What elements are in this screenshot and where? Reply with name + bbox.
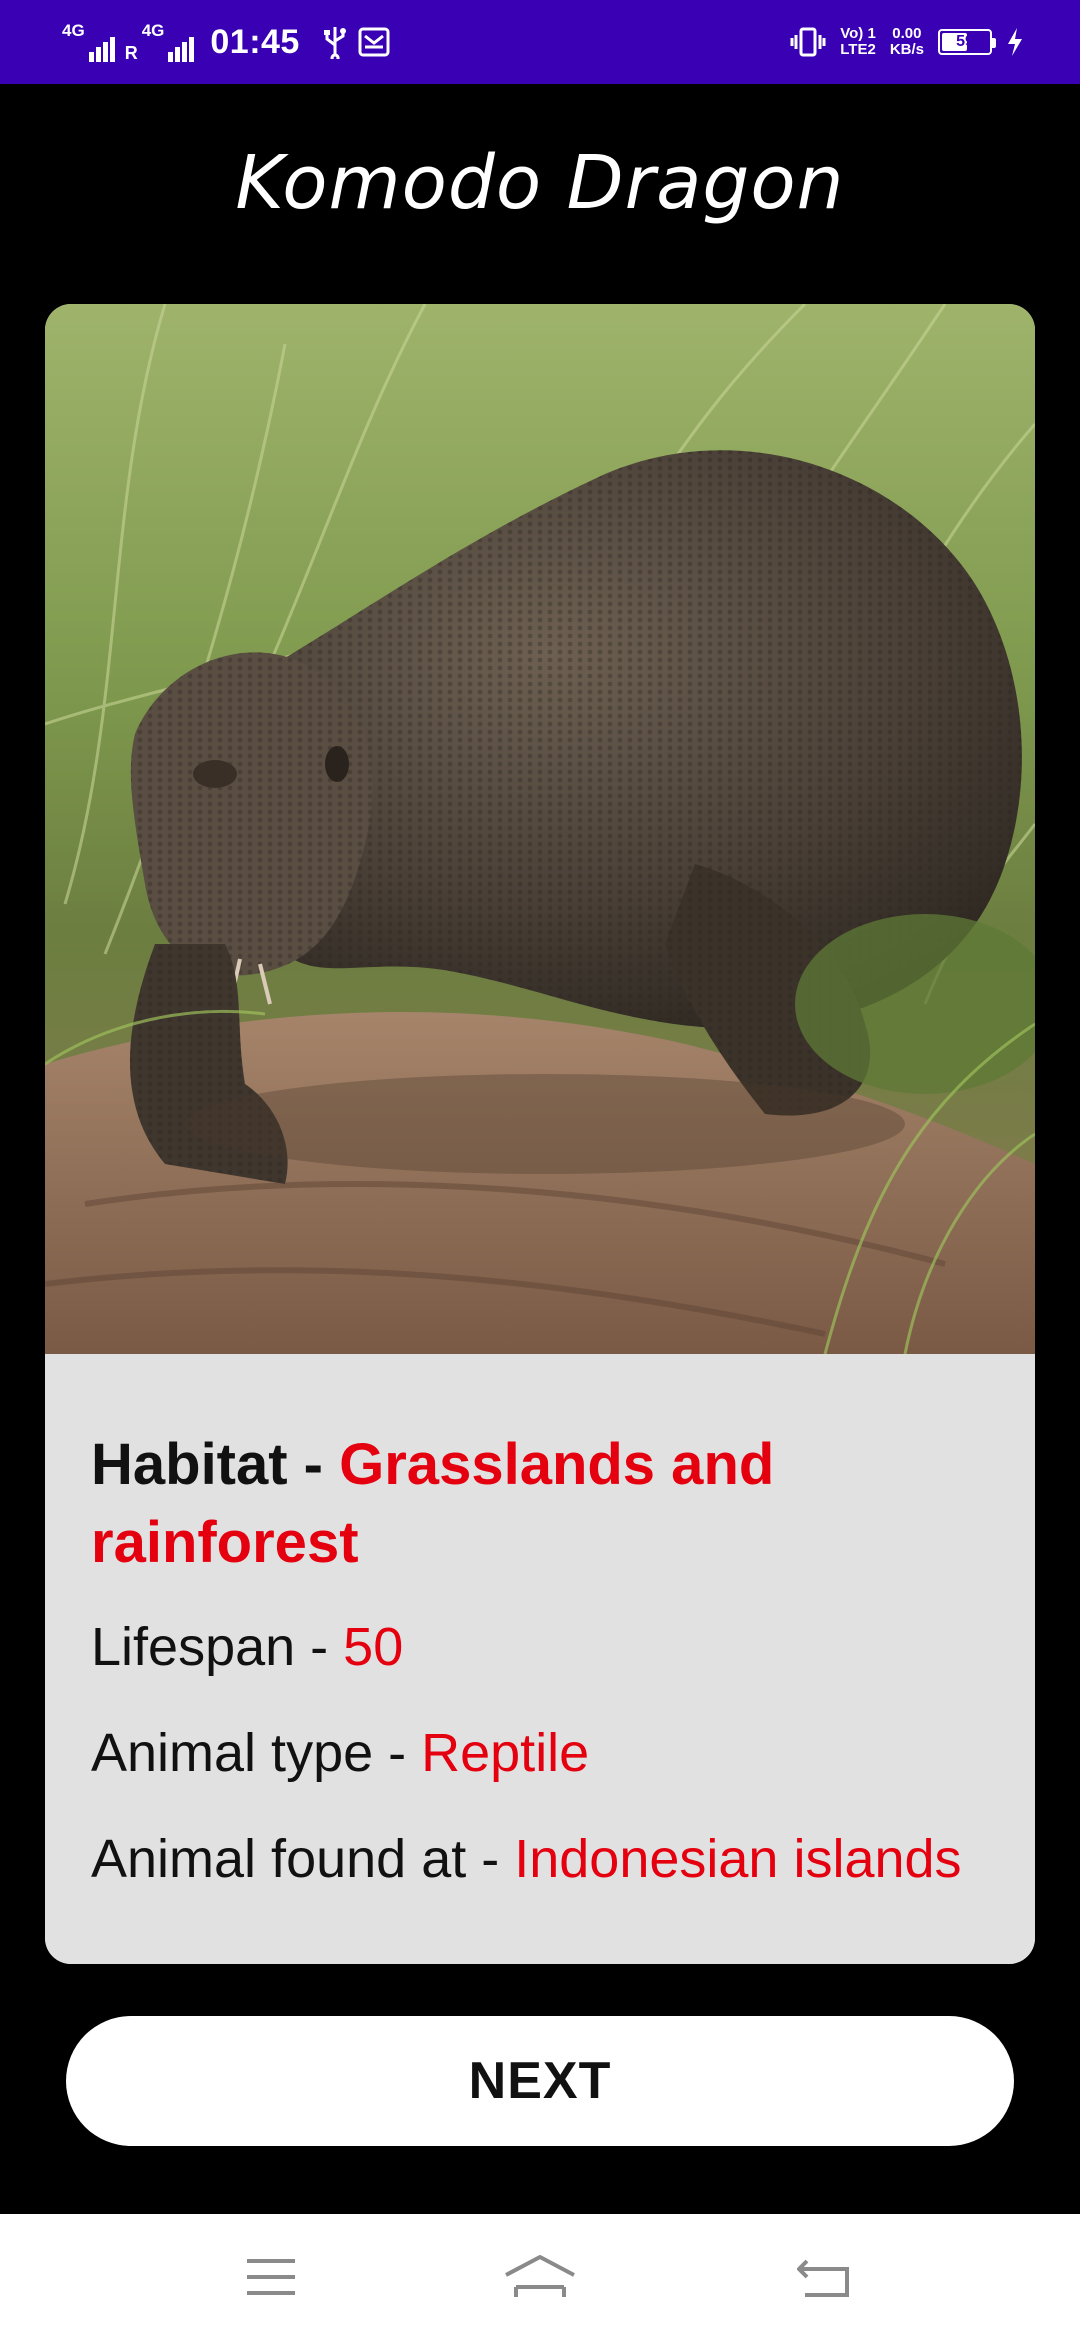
habitat-label: Habitat -	[91, 1432, 340, 1497]
sim1-signal-icon: 4G	[62, 22, 115, 62]
sim1-network-label: 4G	[62, 21, 85, 40]
lifespan-label: Lifespan -	[91, 1617, 344, 1677]
mail-icon	[358, 27, 390, 57]
speed-unit: KB/s	[889, 41, 924, 58]
volte-top-label: Vo) 1	[840, 25, 876, 43]
volte-indicator: Vo) 1 LTE2	[840, 26, 876, 58]
status-left: 4G R 4G 01:45	[62, 0, 390, 84]
habitat-row: Habitat - Grasslands and rainforest	[91, 1426, 991, 1582]
animal-info: Habitat - Grasslands and rainforest Life…	[45, 1354, 1035, 1964]
lifespan-value: 50	[343, 1617, 404, 1677]
animal-type-value: Reptile	[421, 1723, 590, 1783]
next-button[interactable]: NEXT	[66, 2016, 1014, 2146]
battery-level-text: 59	[956, 33, 974, 50]
home-icon[interactable]	[495, 2242, 585, 2312]
volte-bottom-label: LTE2	[840, 41, 876, 58]
roaming-label: R	[124, 43, 138, 63]
found-at-label: Animal found at -	[91, 1829, 515, 1889]
page-title: Komodo Dragon	[235, 140, 845, 226]
usb-icon	[322, 25, 348, 59]
sim2-signal-icon: R 4G	[125, 22, 195, 62]
animal-type-row: Animal type - Reptile	[91, 1722, 1035, 1784]
sim2-network-label: 4G	[141, 21, 165, 40]
charging-icon	[1006, 27, 1024, 57]
menu-icon[interactable]	[226, 2242, 316, 2312]
animal-type-label: Animal type -	[91, 1723, 422, 1783]
komodo-dragon-image	[45, 304, 1035, 1354]
back-icon[interactable]	[778, 2242, 868, 2312]
network-speed: 0.00 KB/s	[890, 26, 924, 58]
animal-photo	[45, 304, 1035, 1354]
vibrate-icon	[790, 27, 826, 57]
speed-value: 0.00	[892, 25, 922, 43]
status-bar: 4G R 4G 01:45 Vo) 1 LTE2 0.00 KB/s 59	[0, 0, 1080, 84]
found-at-row: Animal found at - Indonesian islands	[91, 1828, 1035, 1890]
status-right: Vo) 1 LTE2 0.00 KB/s 59	[790, 0, 1024, 84]
found-at-value: Indonesian islands	[514, 1829, 962, 1889]
navigation-bar	[0, 2214, 1080, 2340]
clock: 01:45	[210, 22, 300, 61]
lifespan-row: Lifespan - 50	[91, 1616, 1035, 1678]
battery-icon: 59	[938, 29, 996, 55]
animal-card: Habitat - Grasslands and rainforest Life…	[45, 304, 1035, 1964]
